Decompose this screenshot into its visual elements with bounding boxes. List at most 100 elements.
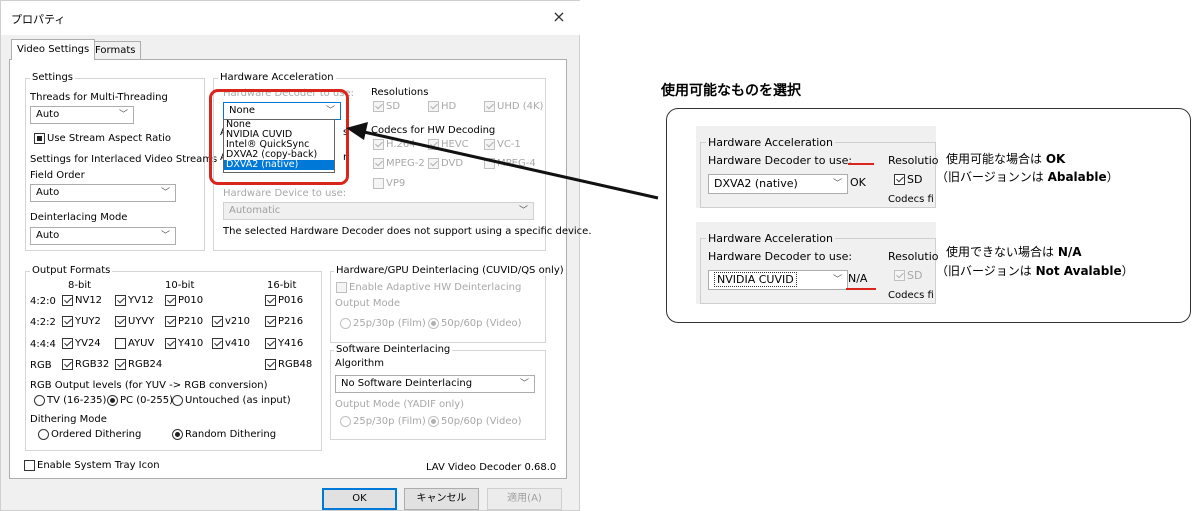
row-420: 4:2:0 — [30, 296, 56, 307]
dither-random-radio[interactable]: Random Dithering — [172, 429, 276, 441]
level-pc-label: PC (0-255) — [120, 395, 174, 406]
snippet-na-label: Hardware Decoder to use: — [708, 250, 853, 263]
level-tv-radio[interactable]: TV (16-235) — [34, 395, 106, 407]
fmt-rgb32-checkbox[interactable]: RGB32 — [62, 359, 109, 371]
deint-mode-select[interactable]: Auto ﹀ — [30, 227, 176, 245]
dither-label: Dithering Mode — [30, 414, 107, 425]
checkbox-icon — [62, 359, 73, 370]
checkbox-icon — [894, 269, 905, 281]
snippet-ok-sd-label: SD — [907, 172, 923, 186]
field-order-select[interactable]: Auto ﹀ — [30, 184, 176, 202]
hw-film-radio[interactable]: 25p/30p (Film) — [340, 318, 426, 330]
snippet-na-value: NVIDIA CUVID — [714, 272, 797, 287]
sw-output-mode-label: Output Mode (YADIF only) — [335, 399, 465, 410]
sw-video-radio[interactable]: 50p/60p (Video) — [428, 416, 522, 428]
fmt-uyvy-checkbox[interactable]: UYVY — [115, 316, 154, 328]
chevron-down-icon: ﹀ — [160, 188, 170, 198]
version-label: LAV Video Decoder 0.68.0 — [426, 462, 557, 473]
algorithm-value: No Software Deinterlacing — [341, 378, 473, 389]
snippet-na-codecs: Codecs fi — [888, 290, 934, 301]
hw-output-mode-label: Output Mode — [335, 298, 401, 309]
fmt-rgb24-checkbox[interactable]: RGB24 — [115, 359, 162, 371]
level-tv-label: TV (16-235) — [47, 395, 107, 406]
snippet-na-sd: SD — [894, 268, 922, 282]
fmt-p210-checkbox[interactable]: P210 — [165, 316, 203, 328]
hw-device-note: The selected Hardware Decoder does not s… — [223, 226, 592, 237]
fmt-rgb48-label: RGB48 — [278, 359, 313, 370]
radio-icon — [172, 395, 183, 406]
row-422: 4:2:2 — [30, 317, 56, 328]
dither-ordered-radio[interactable]: Ordered Dithering — [38, 429, 141, 441]
fmt-p016-checkbox[interactable]: P016 — [265, 295, 303, 307]
level-untouched-radio[interactable]: Untouched (as input) — [172, 395, 291, 407]
note-na-legacy: （旧バージョンは Not Avalable） — [936, 262, 1134, 279]
checkbox-icon — [165, 316, 176, 327]
snippet-na-select: NVIDIA CUVID ﹀ — [708, 270, 848, 290]
tab-video-settings[interactable]: Video Settings — [11, 39, 96, 60]
ok-button[interactable]: OK — [322, 488, 397, 510]
hw-device-label: Hardware Device to use: — [223, 188, 347, 199]
fmt-ayuv-label: AYUV — [128, 338, 155, 349]
col-10bit: 10-bit — [165, 280, 195, 291]
fmt-ayuv-checkbox[interactable]: AYUV — [115, 338, 154, 350]
hw-video-radio[interactable]: 50p/60p (Video) — [428, 318, 522, 330]
close-icon[interactable]: × — [549, 7, 569, 26]
fmt-v210-checkbox[interactable]: v210 — [212, 316, 250, 328]
algorithm-select[interactable]: No Software Deinterlacing ﹀ — [335, 375, 535, 393]
fmt-y416-checkbox[interactable]: Y416 — [265, 338, 303, 350]
fmt-p010-checkbox[interactable]: P010 — [165, 295, 203, 307]
snippet-ok-res: Resolutio — [888, 154, 939, 167]
note-na-legacy-bold: Not Avalable — [1035, 264, 1122, 278]
algorithm-label: Algorithm — [335, 358, 384, 369]
checkbox-icon — [265, 359, 276, 370]
apply-button[interactable]: 適用(A) — [487, 488, 562, 510]
snippet-ok-group-label: Hardware Acceleration — [706, 136, 835, 149]
fmt-uyvy-label: UYVY — [128, 316, 155, 327]
radio-icon — [107, 395, 118, 406]
chevron-down-icon: ﹀ — [118, 110, 128, 120]
fmt-yv24-label: YV24 — [75, 338, 101, 349]
cancel-button[interactable]: キャンセル — [404, 488, 479, 510]
threads-select[interactable]: Auto ﹀ — [30, 106, 134, 124]
note-ok-legacy-text: （旧バージョンンは — [936, 170, 1048, 184]
stream-aspect-checkbox[interactable]: Use Stream Aspect Ratio — [34, 133, 171, 145]
title-bar: プロパティ × — [1, 1, 581, 35]
checkbox-icon — [62, 316, 73, 327]
fmt-nv12-checkbox[interactable]: NV12 — [62, 295, 102, 307]
fmt-yv12-label: YV12 — [128, 295, 154, 306]
fmt-yv24-checkbox[interactable]: YV24 — [62, 338, 101, 350]
level-pc-radio[interactable]: PC (0-255) — [107, 395, 173, 407]
checkbox-icon — [894, 173, 905, 185]
checkbox-icon — [265, 316, 276, 327]
snippet-na: Hardware Acceleration Hardware Decoder t… — [696, 222, 939, 304]
dialog-title: プロパティ — [11, 13, 66, 26]
fmt-yuy2-checkbox[interactable]: YUY2 — [62, 316, 101, 328]
snippet-na-group-label: Hardware Acceleration — [706, 232, 835, 245]
sw-film-radio[interactable]: 25p/30p (Film) — [340, 416, 426, 428]
fmt-v410-checkbox[interactable]: v410 — [212, 338, 250, 350]
fmt-yv12-checkbox[interactable]: YV12 — [115, 295, 154, 307]
checkbox-icon — [265, 338, 276, 349]
checkbox-icon — [115, 359, 126, 370]
note-na-bold: N/A — [1057, 245, 1082, 259]
checkbox-icon — [265, 295, 276, 306]
properties-dialog: プロパティ × Video Settings Formats Settings … — [0, 0, 592, 511]
chevron-down-icon: ﹀ — [519, 379, 529, 389]
system-tray-checkbox[interactable]: Enable System Tray Icon — [24, 460, 160, 472]
adaptive-deint-checkbox[interactable]: Enable Adaptive HW Deinterlacing — [336, 282, 521, 294]
radio-icon — [340, 318, 351, 329]
checkbox-icon — [115, 316, 126, 327]
fmt-rgb48-checkbox[interactable]: RGB48 — [265, 359, 312, 371]
checkbox-icon — [212, 338, 223, 349]
fmt-y410-checkbox[interactable]: Y410 — [165, 338, 203, 350]
chevron-down-icon: ﹀ — [832, 179, 842, 189]
fmt-yuy2-label: YUY2 — [75, 316, 101, 327]
note-ok-legacy-end: ） — [1106, 170, 1119, 184]
fmt-p216-checkbox[interactable]: P216 — [265, 316, 303, 328]
adaptive-deint-label: Enable Adaptive HW Deinterlacing — [349, 282, 522, 293]
row-444: 4:4:4 — [30, 339, 56, 350]
tab-formats[interactable]: Formats — [89, 41, 142, 59]
snippet-ok-sd: SD — [894, 172, 922, 186]
threads-label: Threads for Multi-Threading — [30, 92, 168, 103]
snippet-na-res: Resolutio — [888, 250, 939, 263]
